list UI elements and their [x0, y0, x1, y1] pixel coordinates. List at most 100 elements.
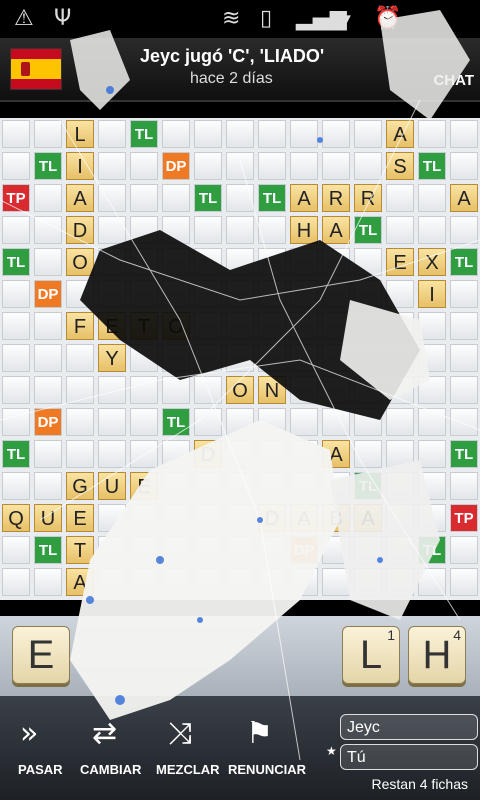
premium-square-tl[interactable]: TL [418, 536, 446, 564]
board-square[interactable] [290, 248, 318, 276]
board-square[interactable] [354, 280, 382, 308]
board-tile[interactable]: A [66, 184, 94, 212]
board-square[interactable] [66, 376, 94, 404]
board-square[interactable] [322, 248, 350, 276]
board-square[interactable] [98, 504, 126, 532]
board-square[interactable] [258, 312, 286, 340]
board-square[interactable] [194, 504, 222, 532]
board-tile[interactable]: O [226, 376, 254, 404]
board-square[interactable] [162, 248, 190, 276]
board-tile[interactable]: U [34, 504, 62, 532]
board-tile[interactable]: A [450, 184, 478, 212]
board-square[interactable] [2, 472, 30, 500]
board-square[interactable] [258, 536, 286, 564]
pass-button[interactable]: PASAR [18, 762, 63, 777]
board-square[interactable] [290, 120, 318, 148]
board-tile[interactable]: A [322, 216, 350, 244]
board-square[interactable] [162, 120, 190, 148]
board-tile[interactable]: R [354, 184, 382, 212]
board-square[interactable] [34, 568, 62, 596]
board-tile[interactable]: F [66, 312, 94, 340]
board-square[interactable] [34, 344, 62, 372]
board-square[interactable] [194, 408, 222, 436]
premium-square-tl[interactable]: TL [354, 216, 382, 244]
board-square[interactable] [2, 120, 30, 148]
board-square[interactable] [322, 152, 350, 180]
board-square[interactable] [130, 504, 158, 532]
board-square[interactable] [226, 248, 254, 276]
board-square[interactable] [450, 376, 478, 404]
board-square[interactable] [162, 216, 190, 244]
board-tile[interactable]: Y [98, 344, 126, 372]
board-square[interactable] [354, 408, 382, 436]
board-square[interactable] [34, 472, 62, 500]
board-square[interactable] [354, 536, 382, 564]
board-square[interactable] [418, 440, 446, 468]
board-square[interactable] [418, 312, 446, 340]
board-tile[interactable]: X [418, 248, 446, 276]
tile-rack[interactable]: EL1H4 [0, 616, 480, 696]
board-square[interactable] [98, 568, 126, 596]
board-square[interactable] [34, 440, 62, 468]
premium-square-tl[interactable]: TL [258, 184, 286, 212]
board-square[interactable] [258, 216, 286, 244]
premium-square-tp[interactable]: TP [2, 184, 30, 212]
board-square[interactable] [130, 344, 158, 372]
board-square[interactable] [450, 216, 478, 244]
board-tile[interactable]: E [130, 472, 158, 500]
board-square[interactable] [386, 408, 414, 436]
board-square[interactable] [98, 120, 126, 148]
board-square[interactable] [130, 440, 158, 468]
board-square[interactable] [258, 248, 286, 276]
board-square[interactable] [194, 472, 222, 500]
board-square[interactable] [290, 152, 318, 180]
premium-square-tl[interactable]: TL [34, 536, 62, 564]
board-square[interactable] [418, 504, 446, 532]
board-square[interactable] [66, 344, 94, 372]
board-square[interactable] [34, 248, 62, 276]
board-tile[interactable]: A [290, 504, 318, 532]
board-square[interactable] [226, 184, 254, 212]
board-square[interactable] [386, 568, 414, 596]
rack-tile[interactable]: L1 [342, 626, 400, 684]
swap-icon[interactable]: ⇄ [92, 716, 117, 751]
board-square[interactable] [162, 344, 190, 372]
board-tile[interactable]: I [66, 152, 94, 180]
board-tile[interactable]: D [258, 504, 286, 532]
board-square[interactable] [386, 312, 414, 340]
premium-square-tl[interactable]: TL [2, 248, 30, 276]
board-tile[interactable]: D [66, 216, 94, 244]
premium-square-tl[interactable]: TL [2, 440, 30, 468]
board-square[interactable] [258, 472, 286, 500]
board-square[interactable] [258, 440, 286, 468]
board-square[interactable] [386, 472, 414, 500]
board-square[interactable] [130, 536, 158, 564]
premium-square-dp[interactable]: DP [34, 408, 62, 436]
board-square[interactable] [34, 312, 62, 340]
board-square[interactable] [322, 568, 350, 596]
board-square[interactable] [450, 568, 478, 596]
game-board[interactable]: L TL A TL I DP S TL TP A TL TL A R R A D H A TL TL O E X TL DP I F E… [0, 118, 480, 600]
premium-square-tl[interactable]: TL [162, 408, 190, 436]
board-square[interactable] [290, 280, 318, 308]
board-square[interactable] [386, 280, 414, 308]
board-tile[interactable]: A [386, 120, 414, 148]
board-square[interactable] [194, 152, 222, 180]
spain-flag[interactable] [10, 48, 62, 90]
board-tile[interactable]: H [290, 216, 318, 244]
board-square[interactable] [194, 568, 222, 596]
board-square[interactable] [290, 440, 318, 468]
board-square[interactable] [162, 376, 190, 404]
board-square[interactable] [2, 152, 30, 180]
board-tile[interactable]: E [66, 504, 94, 532]
board-square[interactable] [450, 120, 478, 148]
board-square[interactable] [354, 376, 382, 404]
board-square[interactable] [226, 472, 254, 500]
board-square[interactable] [354, 440, 382, 468]
board-square[interactable] [418, 408, 446, 436]
board-square[interactable] [66, 440, 94, 468]
board-square[interactable] [98, 376, 126, 404]
board-square[interactable] [354, 152, 382, 180]
board-square[interactable] [258, 152, 286, 180]
board-square[interactable] [226, 344, 254, 372]
